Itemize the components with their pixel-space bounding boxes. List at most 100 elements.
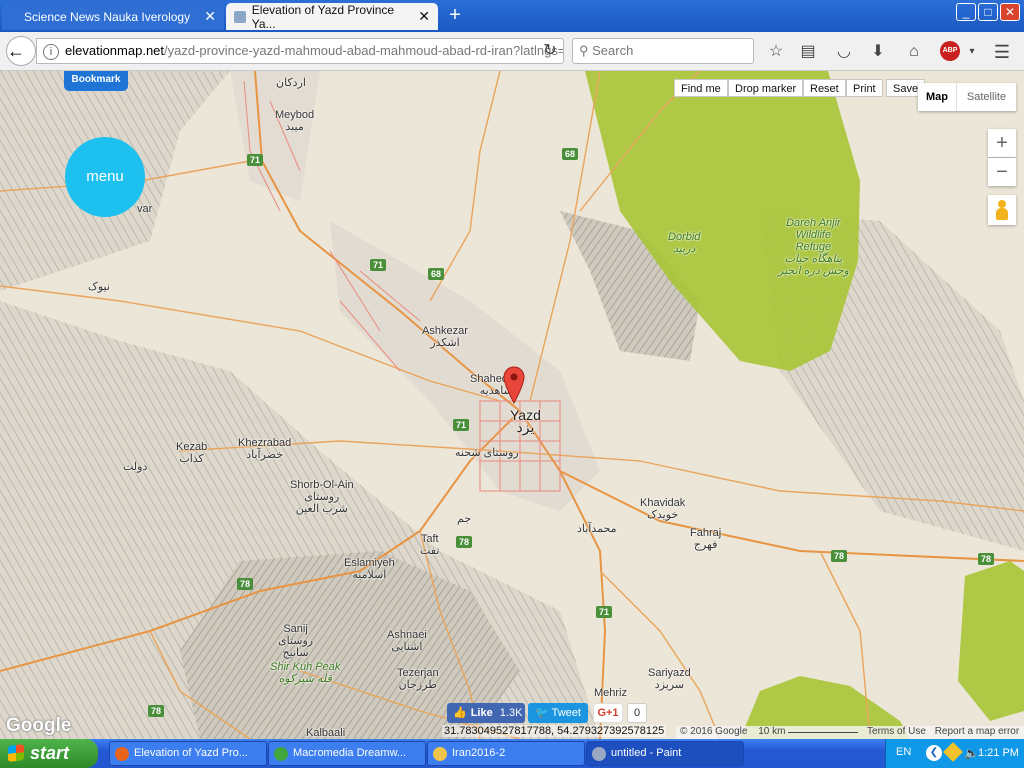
app-icon	[433, 747, 447, 761]
new-tab-button[interactable]: +	[444, 5, 466, 27]
url-path: /yazd-province-yazd-mahmoud-abad-mahmoud…	[164, 43, 564, 58]
protected-area-label: Dareh Anjir Wildlife Refuge پناهگاه حیات…	[778, 217, 849, 277]
route-shield: 78	[148, 705, 165, 717]
route-shield: 71	[247, 154, 264, 166]
map-type-satellite[interactable]: Satellite	[956, 83, 1016, 111]
map-type-toggle: Map Satellite	[918, 83, 1016, 111]
scale-bar	[788, 726, 859, 733]
map-marker-icon[interactable]	[502, 365, 526, 405]
tab-title: Elevation of Yazd Province Ya...	[251, 2, 395, 31]
navigation-bar: ← i elevationmap.net/yazd-province-yazd-m…	[0, 32, 1024, 71]
google-plus-button[interactable]: G+1	[593, 703, 623, 723]
map-canvas[interactable]: 71 68 71 68 71 78 78 71 78 78 78 اردکان Meybod میبد…	[0, 71, 1024, 739]
route-shield: 68	[562, 148, 579, 160]
system-tray: EN ❮ 🔈 1:21 PM	[885, 739, 1024, 768]
info-icon[interactable]: i	[43, 43, 59, 60]
print-button[interactable]: Print	[846, 79, 883, 97]
place-label: دولت	[123, 461, 148, 473]
like-count: 1.3K	[499, 707, 523, 719]
place-label: Kalbaali	[306, 727, 346, 739]
hamburger-menu-icon[interactable]: ☰	[990, 40, 1014, 64]
coordinates-readout: 31.783049527817788, 54.279327392578125	[442, 725, 667, 737]
reload-icon[interactable]: ↻	[538, 39, 562, 63]
bookmark-star-icon[interactable]: ☆	[764, 40, 788, 64]
zoom-in-button[interactable]: +	[988, 129, 1016, 157]
maximize-button[interactable]: □	[978, 3, 998, 21]
place-label: روستای شحنه	[455, 447, 519, 459]
pegman-icon[interactable]	[988, 195, 1016, 225]
terms-link[interactable]: Terms of Use	[867, 726, 926, 737]
pocket-icon[interactable]: ◡	[832, 40, 856, 64]
map-copyright: © 2016 Google	[680, 726, 748, 737]
place-label: Tezerjan طرزجان	[397, 667, 439, 691]
map-terrain	[0, 71, 1024, 739]
taskbar-task[interactable]: Macromedia Dreamw...	[268, 741, 426, 766]
start-button[interactable]: start	[0, 739, 98, 768]
task-label: untitled - Paint	[611, 747, 682, 759]
place-label: Kezab کذاب	[176, 441, 208, 465]
protected-area-label: Dorbid دربید	[668, 231, 701, 255]
close-tab-icon[interactable]: ✕	[204, 8, 216, 25]
tab-science-news[interactable]: Science News Nauka Iverology ✕	[2, 3, 224, 30]
adblock-icon[interactable]: ABP	[940, 41, 960, 61]
shield-icon	[234, 10, 246, 23]
back-button[interactable]: ←	[6, 36, 36, 66]
report-error-link[interactable]: Report a map error	[935, 726, 1019, 737]
url-bar[interactable]: i elevationmap.net/yazd-province-yazd-mah…	[36, 38, 564, 64]
place-label: Ashkezar اشکذر	[422, 325, 468, 349]
tab-elevation[interactable]: Elevation of Yazd Province Ya... ✕	[226, 2, 438, 31]
facebook-like-button[interactable]: 👍 Like 1.3K	[447, 703, 525, 723]
map-footer: © 2016 Google 10 km Terms of Use Report …	[676, 726, 1024, 739]
home-icon[interactable]: ⌂	[902, 40, 926, 64]
map-type-map[interactable]: Map	[918, 83, 956, 111]
find-me-button[interactable]: Find me	[674, 79, 728, 97]
search-icon: ⚲	[579, 43, 593, 58]
route-shield: 71	[453, 419, 470, 431]
route-shield: 68	[428, 268, 445, 280]
warning-icon[interactable]	[943, 742, 963, 762]
place-label: نیوک	[88, 281, 110, 293]
zoom-out-button[interactable]: −	[988, 158, 1016, 186]
windows-logo-icon	[8, 744, 24, 762]
route-shield: 71	[596, 606, 613, 618]
place-label: محمدآباد	[577, 523, 617, 535]
reading-list-icon[interactable]: ▤	[796, 40, 820, 64]
place-label: Eslamiyeh اسلامیه	[344, 557, 395, 581]
taskbar-task[interactable]: untitled - Paint	[586, 741, 744, 766]
chevron-down-icon[interactable]: ▾	[960, 40, 984, 64]
language-indicator[interactable]: EN	[896, 746, 911, 758]
route-shield: 78	[456, 536, 473, 548]
task-label: Iran2016-2	[452, 747, 506, 759]
taskbar-task[interactable]: Elevation of Yazd Pro...	[109, 741, 267, 766]
chevron-left-icon[interactable]: ❮	[926, 745, 942, 761]
google-plus-count: 0	[627, 703, 647, 723]
google-logo: Google	[6, 715, 72, 736]
like-label: Like	[470, 707, 493, 719]
menu-button[interactable]: menu	[65, 137, 145, 217]
route-shield: 78	[831, 550, 848, 562]
url-domain: elevationmap.net	[65, 43, 165, 58]
close-window-button[interactable]: ✕	[1000, 3, 1020, 21]
place-label: اردکان	[276, 77, 306, 89]
drop-marker-button[interactable]: Drop marker	[728, 79, 804, 97]
taskbar-task[interactable]: Iran2016-2	[427, 741, 585, 766]
place-label: var	[137, 203, 153, 215]
search-input[interactable]: ⚲ Search	[572, 38, 754, 64]
minimize-button[interactable]: _	[956, 3, 976, 21]
place-label: Meybod میبد	[275, 109, 315, 133]
scale-label: 10 km	[758, 726, 786, 737]
app-icon	[115, 747, 129, 761]
speaker-icon[interactable]: 🔈	[964, 746, 979, 760]
place-label: Mehriz	[594, 687, 628, 699]
place-label: Sanij روستای سانیج	[278, 623, 314, 659]
tab-strip: Science News Nauka Iverology ✕ Elevation…	[0, 0, 1024, 32]
close-tab-icon[interactable]: ✕	[418, 8, 430, 25]
task-label: Macromedia Dreamw...	[293, 747, 407, 759]
download-icon[interactable]: ⬇	[866, 40, 890, 64]
bookmark-button[interactable]: Bookmark	[64, 71, 128, 91]
route-shield: 78	[978, 553, 995, 565]
tweet-button[interactable]: 🐦 Tweet	[528, 703, 588, 723]
protected-area-label: Shir Kuh Peak قله شیرکوه	[270, 661, 341, 685]
place-label: Khezrabad خضرآباد	[238, 437, 292, 461]
reset-button[interactable]: Reset	[803, 79, 846, 97]
